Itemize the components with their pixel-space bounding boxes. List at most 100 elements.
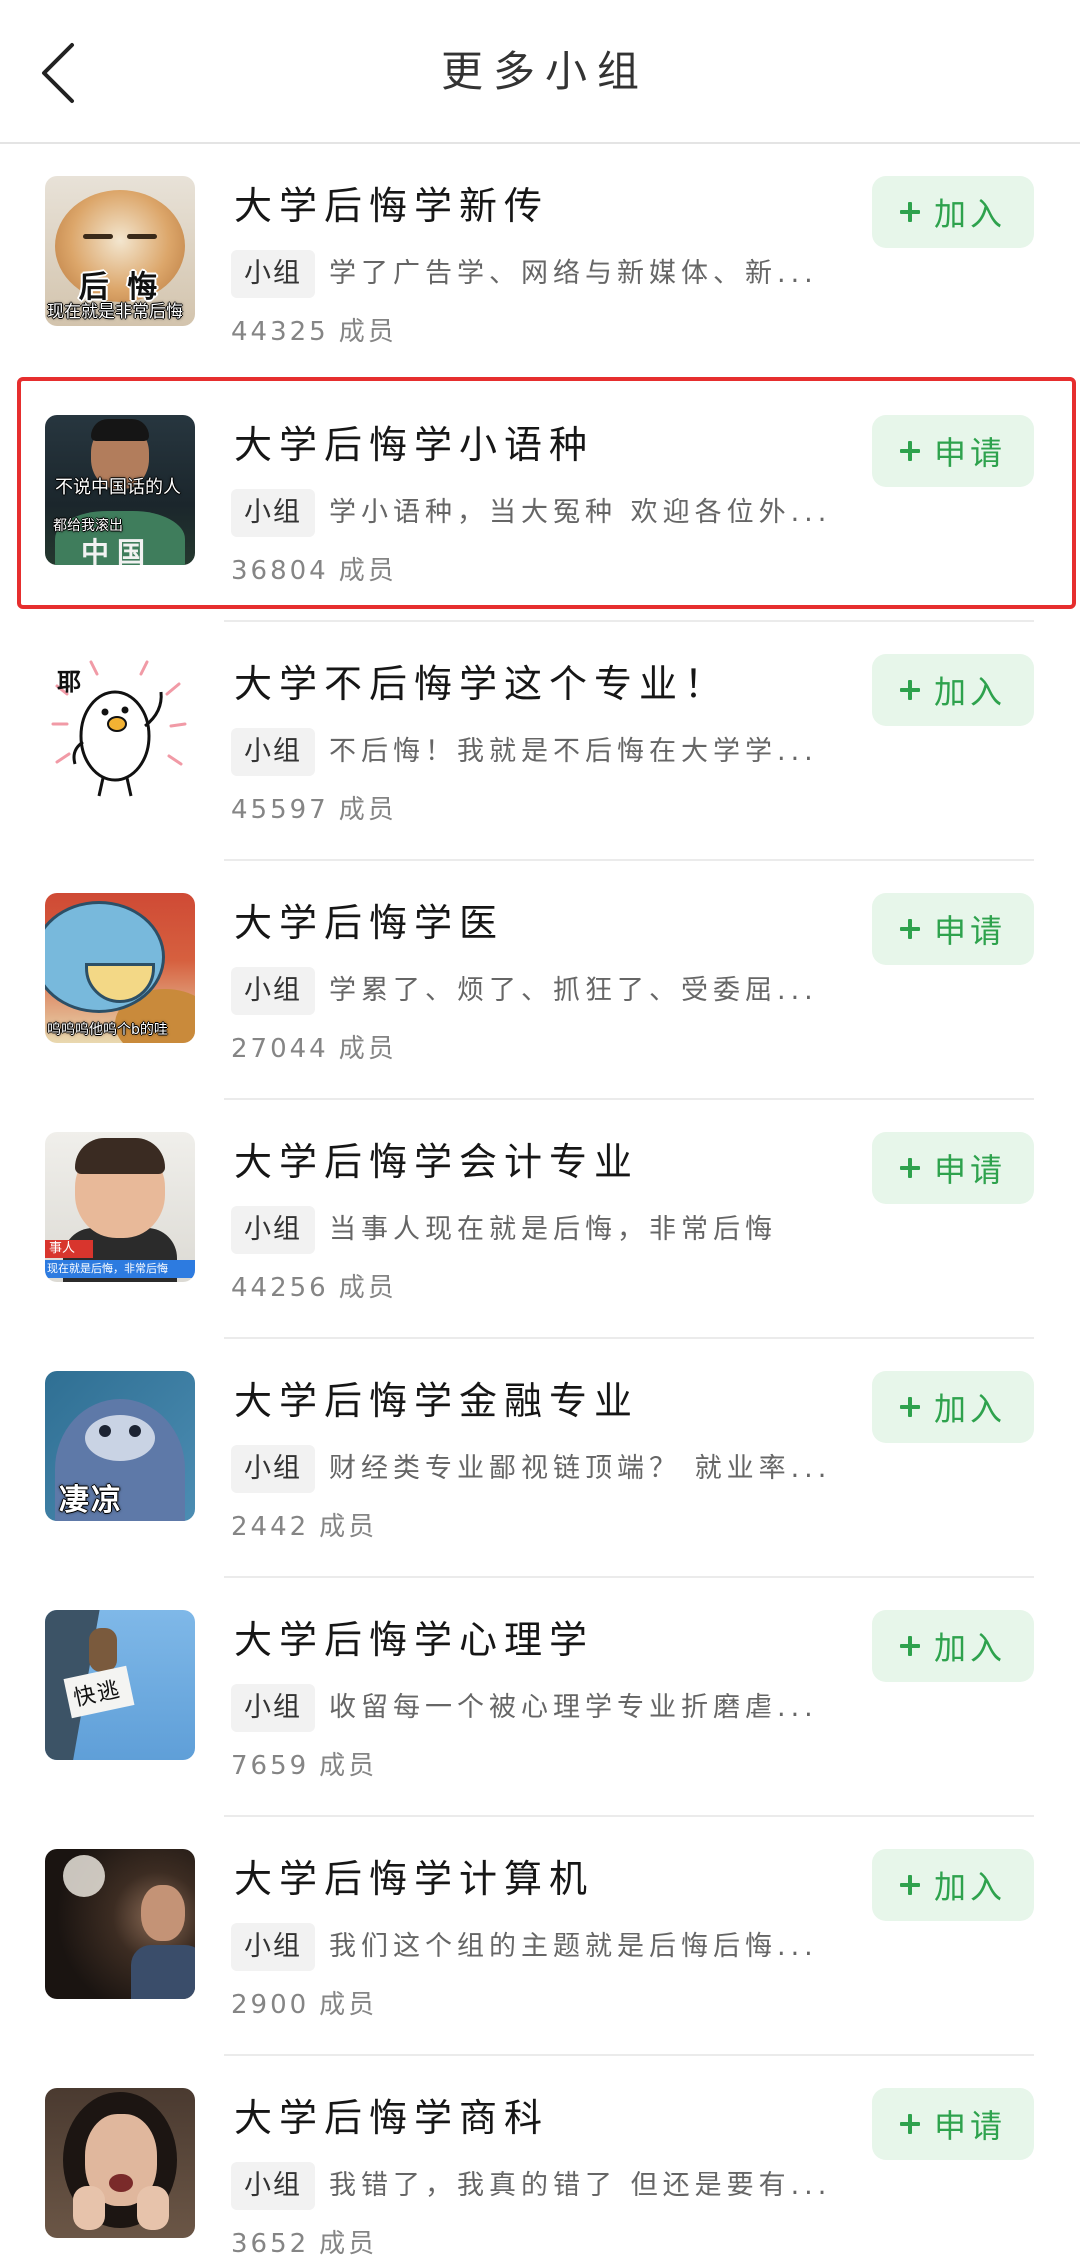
group-name[interactable]: 大学后悔学会计专业: [234, 1138, 639, 1186]
group-row[interactable]: 大学后悔学计算机 小组 我们这个组的主题就是后悔后悔... 2900 成员 加入: [0, 1817, 1080, 2056]
member-count-label: 成员: [338, 317, 397, 347]
group-name[interactable]: 大学后悔学新传: [234, 182, 549, 230]
apply-button[interactable]: 申请: [872, 2088, 1034, 2160]
group-row[interactable]: 大学后悔学商科 小组 我错了，我真的错了 但还是要有... 3652 成员 申请: [0, 2056, 1080, 2265]
group-name[interactable]: 大学后悔学医: [234, 899, 504, 947]
avatar-caption: 中国: [81, 536, 154, 565]
group-row[interactable]: 快逃 大学后悔学心理学 小组 收留每一个被心理学专业折磨虐... 7659 成员 …: [0, 1578, 1080, 1817]
avatar-art: [131, 1945, 195, 1999]
member-count: 27044 成员: [231, 1031, 397, 1067]
avatar-art: [127, 234, 157, 239]
group-description: 我们这个组的主题就是后悔后悔...: [329, 1931, 818, 1962]
avatar-art: [107, 716, 127, 732]
member-count-label: 成员: [338, 556, 397, 586]
avatar-art: [83, 234, 113, 239]
avatar-art: [129, 1425, 141, 1437]
group-avatar[interactable]: 后 悔 现在就是非常后悔: [45, 176, 195, 326]
join-button[interactable]: 加入: [872, 654, 1034, 726]
member-count-label: 成员: [319, 2229, 378, 2259]
group-avatar[interactable]: 呜呜呜他呜个b的哇: [45, 893, 195, 1043]
avatar-art: [109, 2174, 133, 2192]
join-button[interactable]: 加入: [872, 176, 1034, 248]
member-count: 3652 成员: [231, 2226, 377, 2262]
group-name[interactable]: 大学后悔学金融专业: [234, 1377, 639, 1425]
join-button-label: 加入: [933, 1868, 1006, 1906]
member-count-number: 44256: [231, 1273, 329, 1303]
group-row[interactable]: 凄凉 大学后悔学金融专业 小组 财经类专业鄙视链顶端？ 就业率... 2442 成…: [0, 1339, 1080, 1578]
group-name[interactable]: 大学不后悔学这个专业！: [234, 660, 729, 708]
plus-icon: [899, 1158, 920, 1178]
avatar-caption: 不说中国话的人: [55, 477, 181, 498]
group-name[interactable]: 大学后悔学小语种: [234, 421, 594, 469]
group-avatar[interactable]: 事人 现在就是后悔，非常后悔: [45, 1132, 195, 1282]
member-count-label: 成员: [319, 1990, 378, 2020]
group-row[interactable]: 耶 大学不后悔学这个专业！ 小组 不后悔！我就是不后悔在大学学... 45597…: [0, 622, 1080, 861]
group-description: 我错了，我真的错了 但还是要有...: [329, 2170, 832, 2201]
plus-icon: [899, 1397, 920, 1417]
plus-icon: [899, 2114, 920, 2134]
avatar-art: [73, 2186, 105, 2230]
avatar-caption: 耶: [57, 668, 81, 696]
group-row[interactable]: 后 悔 现在就是非常后悔 大学后悔学新传 小组 学了广告学、网络与新媒体、新..…: [0, 144, 1080, 383]
avatar-art: [89, 1628, 117, 1672]
avatar-art: [79, 690, 151, 782]
apply-button-label: 申请: [933, 2107, 1006, 2145]
member-count-number: 36804: [231, 556, 329, 586]
member-count: 45597 成员: [231, 792, 397, 828]
group-row[interactable]: 事人 现在就是后悔，非常后悔 大学后悔学会计专业 小组 当事人现在就是后悔，非常…: [0, 1100, 1080, 1339]
group-avatar[interactable]: 不说中国话的人 都给我滚出 中国: [45, 415, 195, 565]
member-count-label: 成员: [338, 795, 397, 825]
avatar-art: [137, 2186, 169, 2230]
apply-button[interactable]: 申请: [872, 415, 1034, 487]
group-name[interactable]: 大学后悔学计算机: [234, 1855, 594, 1903]
group-avatar[interactable]: 凄凉: [45, 1371, 195, 1521]
group-tag: 小组: [231, 1923, 315, 1971]
join-button[interactable]: 加入: [872, 1371, 1034, 1443]
group-row[interactable]: 呜呜呜他呜个b的哇 大学后悔学医 小组 学累了、烦了、抓狂了、受委屈... 27…: [0, 861, 1080, 1100]
avatar-art: [97, 777, 105, 797]
group-description: 学小语种，当大冤种 欢迎各位外...: [329, 497, 832, 528]
avatar-art: [101, 708, 109, 716]
avatar-art: [125, 777, 133, 797]
group-name[interactable]: 大学后悔学商科: [234, 2094, 549, 2142]
plus-icon: [899, 1875, 920, 1895]
avatar-art: [141, 1885, 185, 1941]
join-button-label: 加入: [933, 1390, 1006, 1428]
top-bar: 更多小组: [0, 0, 1080, 144]
join-button-label: 加入: [933, 1629, 1006, 1667]
group-tag: 小组: [231, 1445, 315, 1493]
avatar-art: [121, 706, 129, 714]
member-count: 2442 成员: [231, 1509, 377, 1545]
join-button[interactable]: 加入: [872, 1610, 1034, 1682]
member-count: 44325 成员: [231, 314, 397, 350]
group-tag: 小组: [231, 1684, 315, 1732]
avatar-caption: 现在就是后悔，非常后悔: [47, 1262, 168, 1275]
group-list: 后 悔 现在就是非常后悔 大学后悔学新传 小组 学了广告学、网络与新媒体、新..…: [0, 144, 1080, 2265]
member-count: 7659 成员: [231, 1748, 377, 1784]
group-avatar[interactable]: 耶: [45, 654, 195, 804]
group-description: 财经类专业鄙视链顶端？ 就业率...: [329, 1453, 832, 1484]
avatar-art: [63, 1855, 105, 1897]
page: 更多小组 后 悔 现在就是非常后悔 大学后悔学新传 小组 学了广告学、网络与新媒…: [0, 0, 1080, 2265]
apply-button[interactable]: 申请: [872, 1132, 1034, 1204]
group-tag: 小组: [231, 728, 315, 776]
member-count-number: 44325: [231, 317, 329, 347]
join-button-label: 加入: [933, 673, 1006, 711]
member-count-label: 成员: [319, 1751, 378, 1781]
plus-icon: [899, 919, 920, 939]
group-tag: 小组: [231, 489, 315, 537]
avatar-caption: 呜呜呜他呜个b的哇: [47, 1022, 168, 1038]
apply-button[interactable]: 申请: [872, 893, 1034, 965]
avatar-caption: 凄凉: [59, 1483, 123, 1518]
member-count: 36804 成员: [231, 553, 397, 589]
group-row[interactable]: 不说中国话的人 都给我滚出 中国 大学后悔学小语种 小组 学小语种，当大冤种 欢…: [0, 383, 1080, 622]
group-avatar[interactable]: 快逃: [45, 1610, 195, 1760]
group-description: 不后悔！我就是不后悔在大学学...: [329, 736, 818, 767]
group-name[interactable]: 大学后悔学心理学: [234, 1616, 594, 1664]
member-count: 44256 成员: [231, 1270, 397, 1306]
group-avatar[interactable]: [45, 2088, 195, 2238]
group-tag: 小组: [231, 2162, 315, 2210]
join-button[interactable]: 加入: [872, 1849, 1034, 1921]
group-description: 学累了、烦了、抓狂了、受委屈...: [329, 975, 818, 1006]
group-avatar[interactable]: [45, 1849, 195, 1999]
